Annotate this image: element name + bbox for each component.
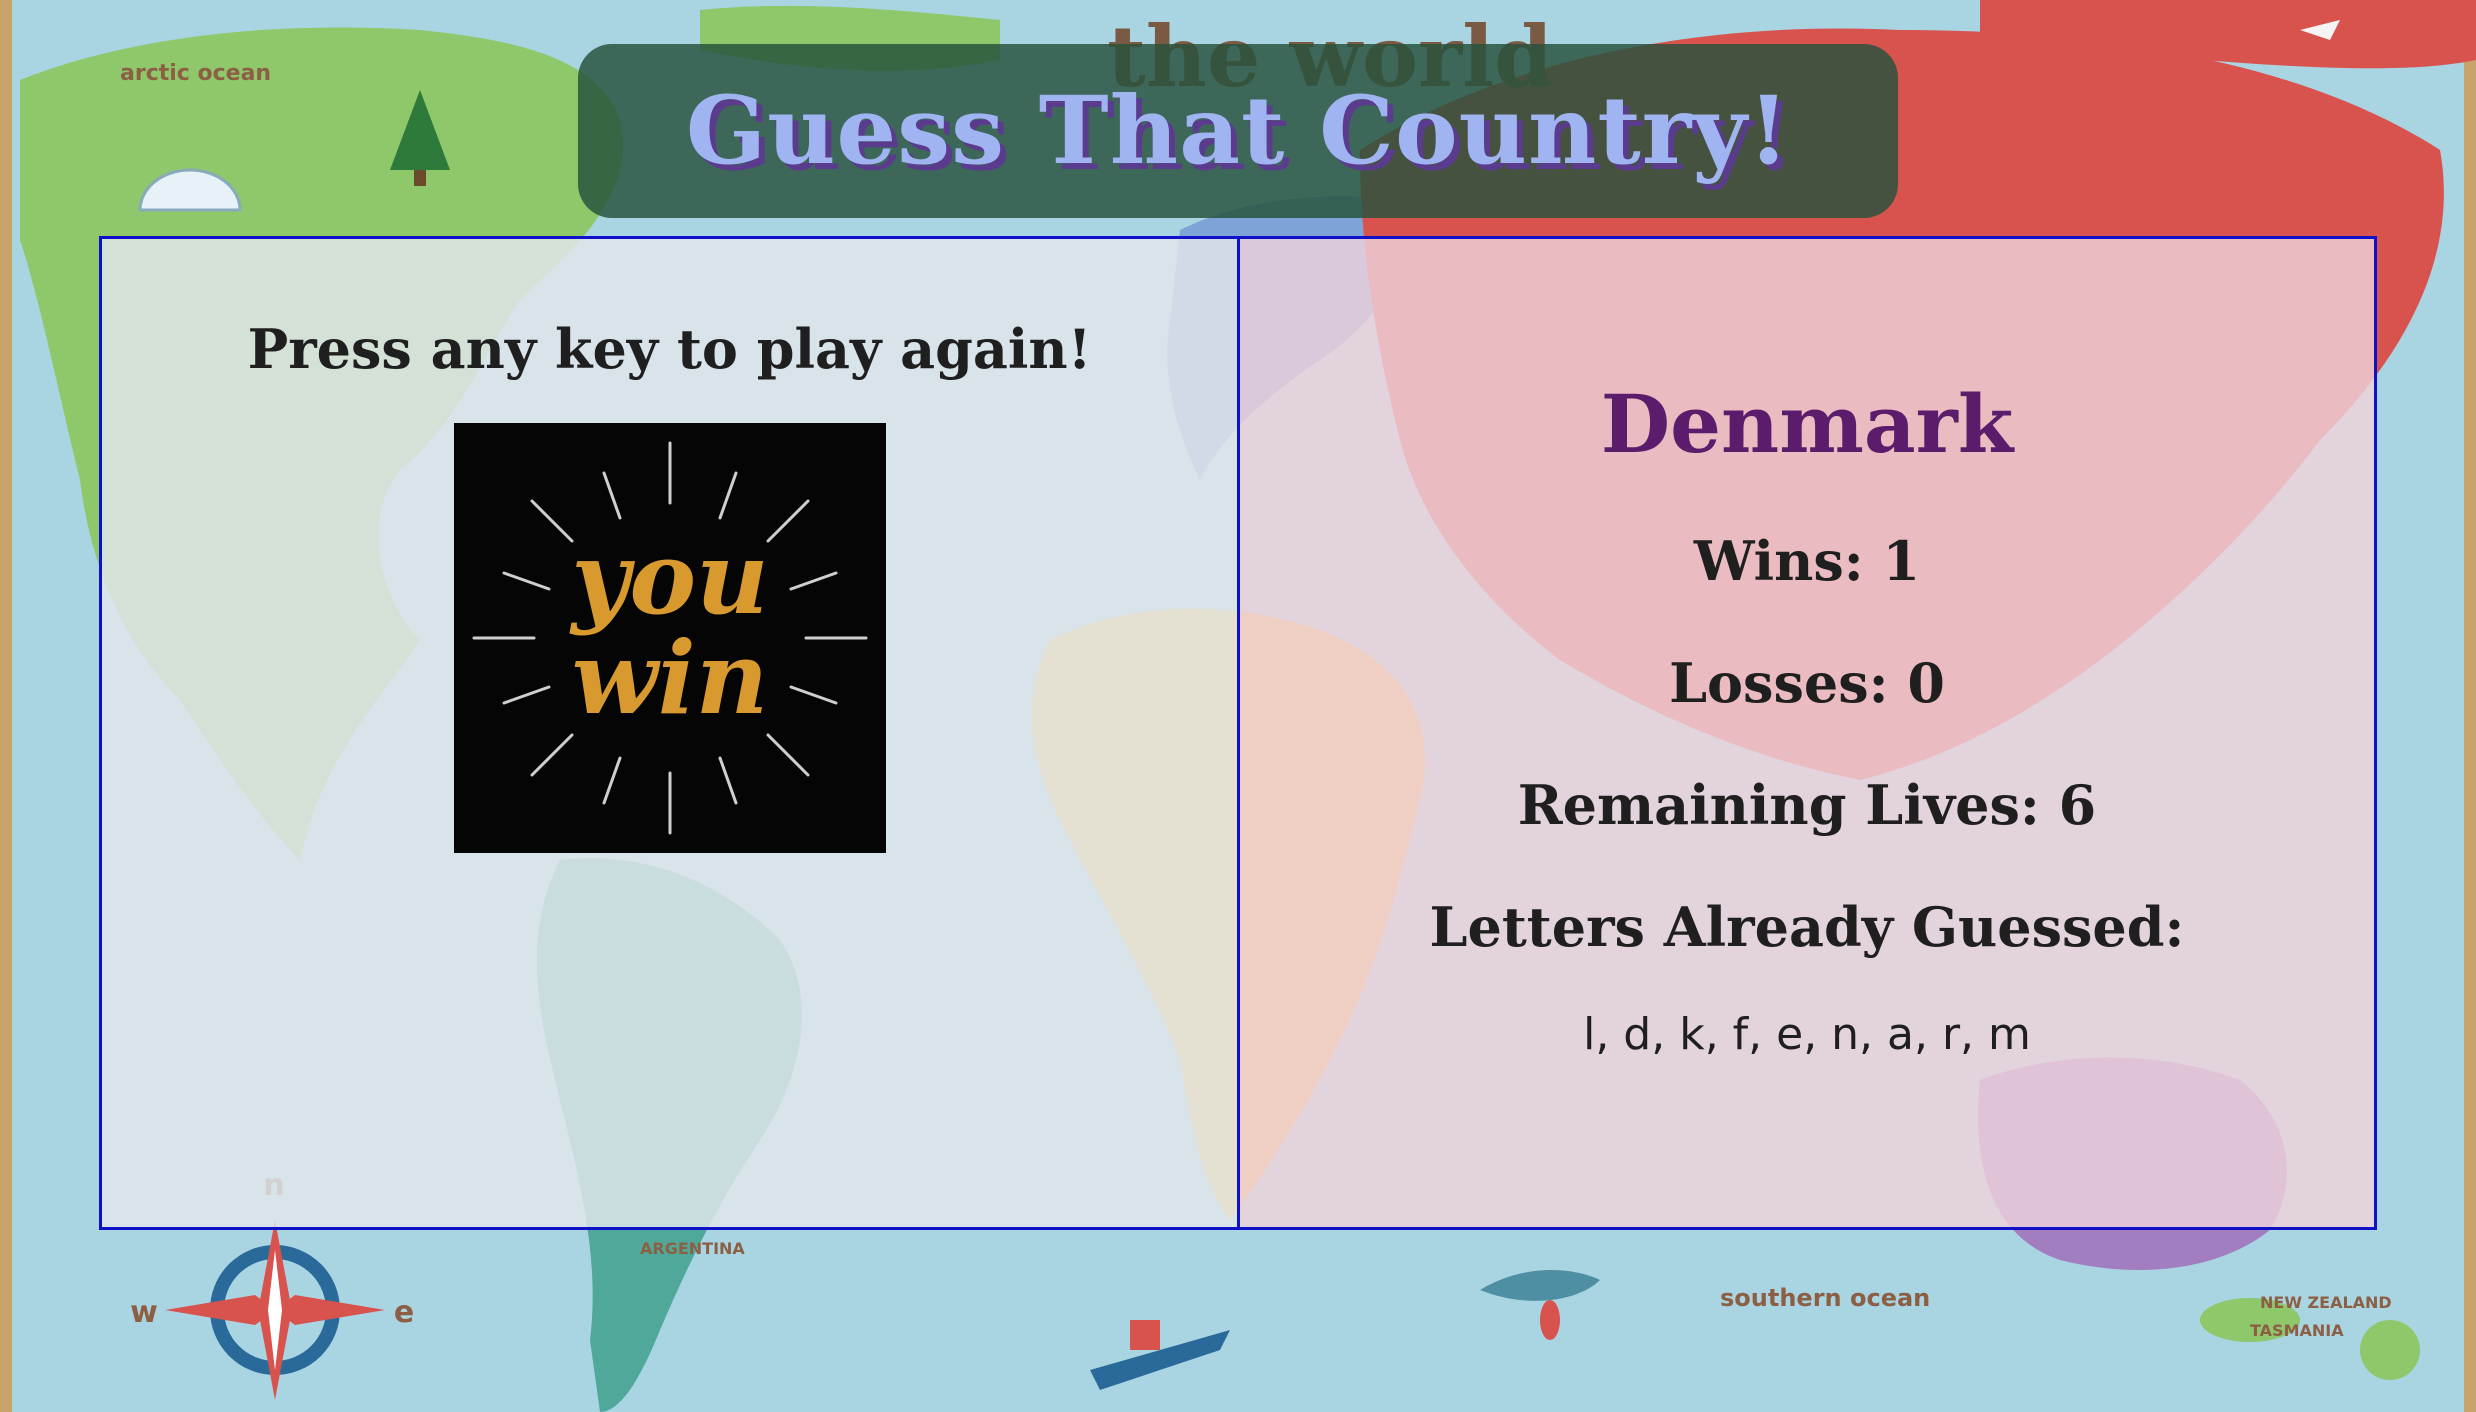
- losses-label: Losses:: [1669, 651, 1889, 715]
- map-label-argentina: ARGENTINA: [640, 1239, 745, 1258]
- wins-stat: Wins: 1: [1240, 529, 2374, 593]
- letters-guessed-label: Letters Already Guessed:: [1429, 895, 2185, 959]
- title-banner: Guess That Country!: [578, 44, 1898, 218]
- map-label-tasmania: TASMANIA: [2250, 1321, 2344, 1340]
- right-panel: Denmark Wins: 1 Losses: 0 Remaining Live…: [1237, 236, 2377, 1230]
- game-title: Guess That Country!: [685, 76, 1791, 186]
- svg-text:win: win: [572, 619, 769, 737]
- letters-guessed-list: l, d, k, f, e, n, a, r, m: [1583, 1009, 2031, 1060]
- svg-text:w: w: [130, 1295, 158, 1330]
- you-win-burst-icon: you win: [454, 423, 886, 853]
- lives-label: Remaining Lives:: [1517, 773, 2040, 837]
- map-label-arctic-ocean: arctic ocean: [120, 61, 271, 86]
- svg-text:e: e: [394, 1295, 414, 1330]
- map-label-new-zealand: NEW ZEALAND: [2260, 1293, 2392, 1312]
- wins-count: 1: [1882, 529, 1921, 593]
- lives-count: 6: [2058, 773, 2097, 837]
- you-win-image: you win: [454, 423, 886, 853]
- remaining-lives-stat: Remaining Lives: 6: [1240, 773, 2374, 837]
- left-panel: Press any key to play again! you win: [99, 236, 1240, 1230]
- map-label-southern-ocean: southern ocean: [1720, 1284, 1930, 1312]
- wins-label: Wins:: [1693, 529, 1864, 593]
- current-word: Denmark: [1600, 377, 2014, 471]
- play-again-prompt: Press any key to play again!: [247, 317, 1092, 381]
- losses-stat: Losses: 0: [1240, 651, 2374, 715]
- losses-count: 0: [1907, 651, 1945, 715]
